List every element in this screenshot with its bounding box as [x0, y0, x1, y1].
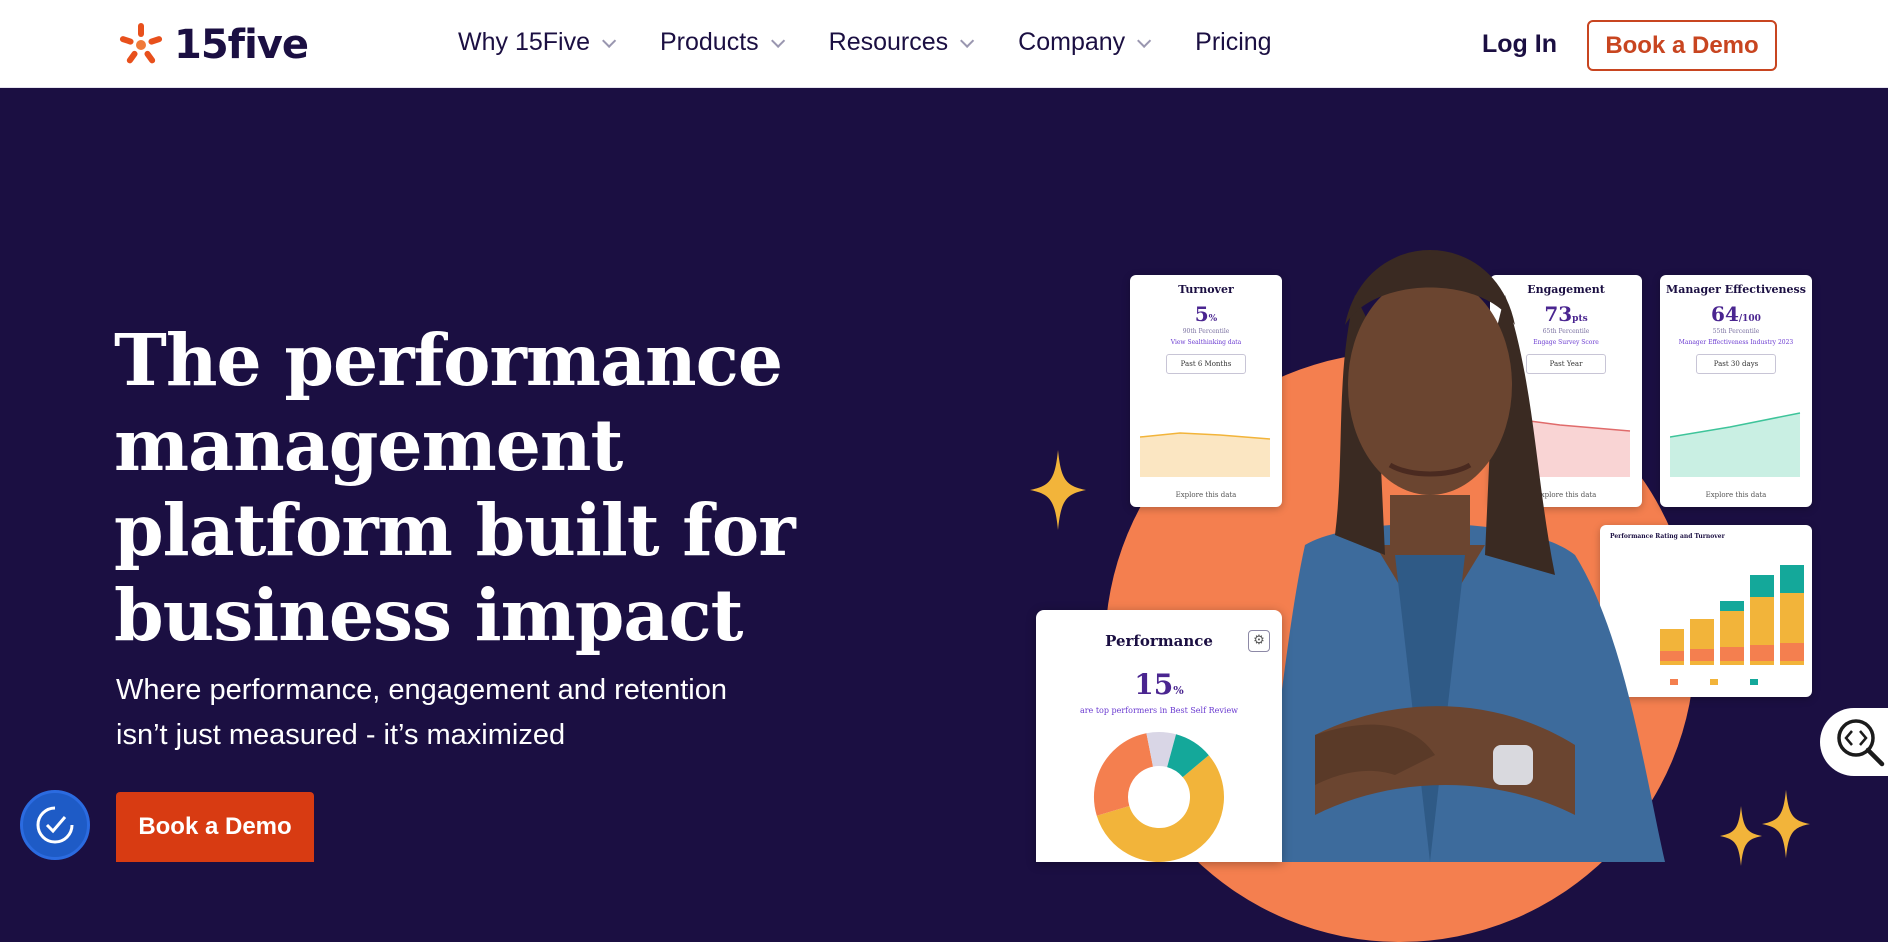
nav-pricing-label: Pricing	[1195, 28, 1272, 56]
main-menu: Why 15Five Products Resources Company Pr…	[458, 28, 1320, 57]
performance-card: Performance ⚙ 15% are top performers in …	[1036, 610, 1282, 862]
performance-donut-chart	[1094, 732, 1224, 862]
gear-icon: ⚙	[1248, 630, 1270, 652]
manager-mini-chart	[1670, 412, 1801, 477]
chevron-down-icon	[960, 33, 975, 48]
login-link[interactable]: Log In	[1482, 30, 1557, 59]
nav-pricing[interactable]: Pricing	[1195, 28, 1271, 57]
performance-card-title: Performance	[1105, 632, 1213, 650]
manager-number: 64	[1711, 302, 1739, 326]
sparkle-icon	[1762, 789, 1810, 859]
manager-percentile: 55th Percentile	[1712, 328, 1760, 335]
performance-note: are top performers in Best Self Review	[1079, 706, 1239, 715]
accessibility-icon	[36, 806, 74, 844]
chevron-down-icon	[1137, 33, 1152, 48]
nav-company[interactable]: Company	[1018, 28, 1152, 57]
manager-range-button: Past 30 days	[1696, 354, 1776, 374]
hero-subtitle: Where performance, engagement and retent…	[116, 668, 836, 758]
logo-text: 15five	[174, 22, 309, 68]
top-navigation: 15five Why 15Five Products Resources Com…	[0, 0, 1888, 88]
search-code-icon	[1837, 719, 1885, 767]
book-demo-nav-button[interactable]: Book a Demo	[1587, 20, 1777, 71]
hero-subtitle-line-1: Where performance, engagement and retent…	[116, 674, 727, 706]
nav-why-15five[interactable]: Why 15Five	[458, 28, 617, 57]
manager-unit: /100	[1738, 314, 1761, 324]
hero-title: The performance management platform buil…	[114, 318, 796, 657]
manager-effectiveness-card: Manager Effectiveness 64/100 55th Percen…	[1660, 275, 1812, 507]
manager-title: Manager Effectiveness	[1666, 283, 1806, 296]
search-widget-button[interactable]	[1820, 708, 1888, 776]
logo[interactable]: 15five	[116, 20, 309, 70]
nav-products-label: Products	[659, 28, 759, 56]
chevron-down-icon	[602, 33, 617, 48]
nav-products[interactable]: Products	[659, 28, 785, 57]
nav-resources-label: Resources	[828, 28, 949, 56]
manager-value: 64/100	[1660, 302, 1812, 326]
performance-unit: %	[1173, 684, 1184, 697]
sparkle-icon	[1030, 450, 1086, 530]
performance-number: 15	[1134, 668, 1174, 701]
book-demo-hero-button[interactable]: Book a Demo	[116, 792, 314, 862]
chevron-down-icon	[770, 33, 785, 48]
nav-company-label: Company	[1018, 28, 1126, 56]
accessibility-button[interactable]	[20, 790, 90, 860]
manager-link: Manager Effectiveness Industry 2023	[1678, 339, 1794, 346]
logo-burst-icon	[119, 23, 163, 64]
nav-why-15five-label: Why 15Five	[458, 28, 590, 56]
performance-value: 15%	[1036, 668, 1282, 701]
nav-resources[interactable]: Resources	[828, 28, 975, 57]
hero-subtitle-line-2: isn’t just measured - it’s maximized	[116, 719, 566, 751]
sparkle-icon	[1720, 806, 1762, 866]
manager-explore-link: Explore this data	[1705, 491, 1767, 499]
